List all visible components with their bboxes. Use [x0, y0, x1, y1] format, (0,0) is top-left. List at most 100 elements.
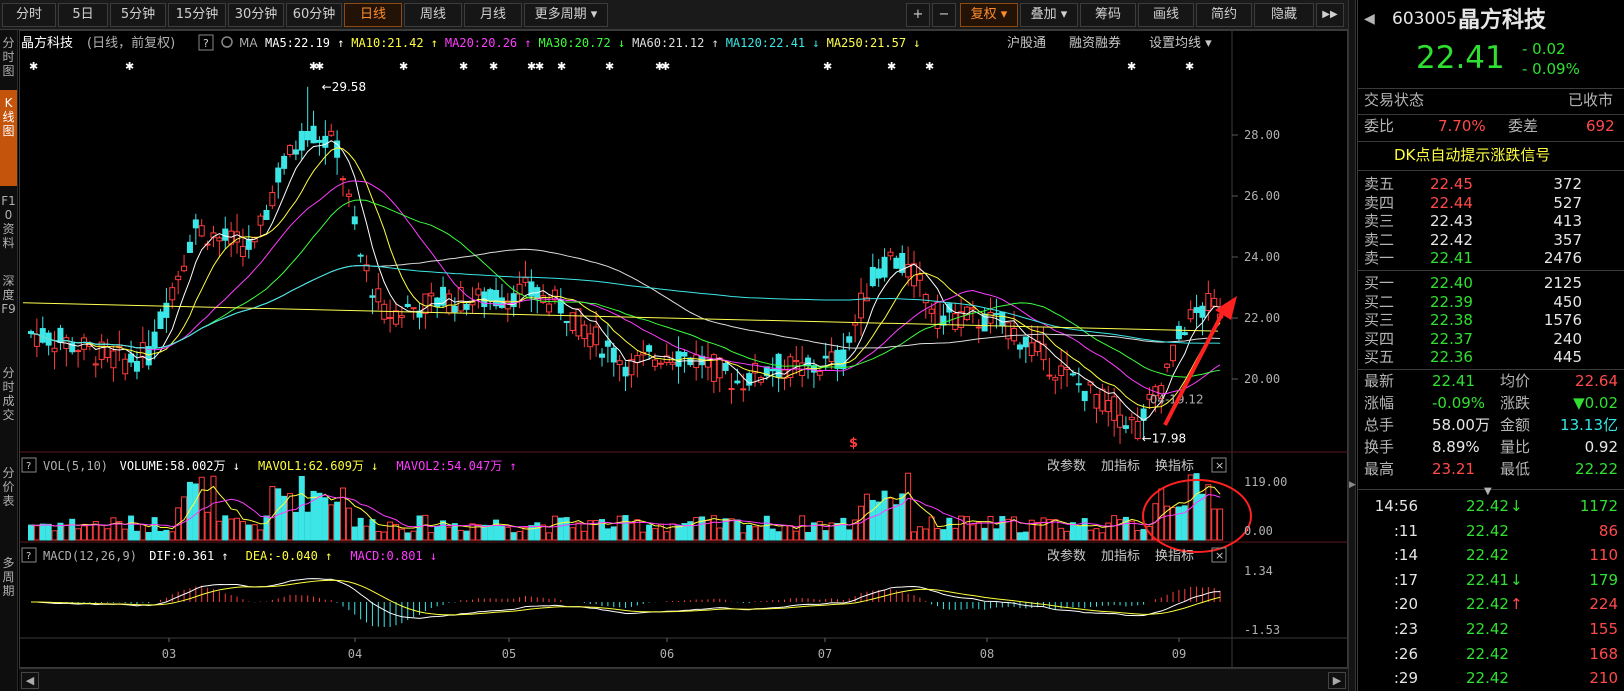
splitter-arrow-icon[interactable]: ▶: [1349, 480, 1356, 490]
stat-value: 58.00万: [1432, 416, 1490, 434]
ma-legend-6: MA250:21.57 ↓: [827, 36, 921, 50]
candle-body: [304, 131, 311, 141]
candle-body: [522, 277, 529, 283]
panel-splitter[interactable]: ▶: [1348, 0, 1356, 691]
left-tab-6[interactable]: 多周期: [0, 550, 17, 640]
candle-body: [104, 346, 111, 358]
gear-icon[interactable]: [221, 36, 233, 48]
macd-link-1[interactable]: 加指标: [1101, 549, 1140, 564]
candle-body: [92, 363, 99, 366]
left-tab-1[interactable]: K线图: [0, 90, 17, 186]
period-tab-6[interactable]: 日线: [344, 3, 402, 27]
stat-value: -0.09%: [1432, 394, 1486, 412]
period-tab-3[interactable]: 15分钟: [168, 3, 226, 27]
candle-body: [881, 256, 888, 278]
header-link-1[interactable]: 融资融券: [1069, 35, 1121, 51]
candle-body: [322, 135, 329, 148]
candle-body: [493, 289, 500, 307]
tick-volume: 210: [1589, 669, 1618, 688]
volume-bar: [186, 481, 193, 541]
period-tab-5[interactable]: 60分钟: [286, 3, 342, 27]
macd-link-2[interactable]: 换指标: [1155, 549, 1194, 564]
candle-body: [846, 336, 853, 343]
ma-legend-2: MA20:20.26 ↑: [445, 36, 532, 50]
zoom-in-button[interactable]: +: [906, 3, 930, 27]
toolbar-item-4[interactable]: 简约: [1196, 3, 1252, 27]
toolbar-item-5[interactable]: 隐藏: [1254, 3, 1314, 27]
scroll-left-icon[interactable]: ◀: [21, 672, 39, 689]
divider: [1358, 369, 1624, 370]
volume-bar: [728, 518, 735, 541]
period-tab-1[interactable]: 5日: [58, 3, 108, 27]
period-tab-2[interactable]: 5分钟: [110, 3, 166, 27]
volume-bar: [1022, 531, 1029, 541]
scroll-right-icon[interactable]: ▶: [1328, 672, 1346, 689]
volume-bar: [98, 524, 105, 541]
volume-bar: [445, 526, 452, 541]
toolbar-item-0[interactable]: 复权 ▾: [960, 3, 1018, 27]
volume-bar: [28, 524, 34, 541]
left-tab-5[interactable]: 分价表: [0, 460, 17, 548]
vol-link-2[interactable]: 换指标: [1155, 459, 1194, 474]
left-tab-2[interactable]: F10资料: [0, 188, 17, 266]
stat-value: 22.41: [1432, 372, 1475, 390]
volume-bar: [993, 528, 1000, 541]
stock-name-label: 晶方科技: [21, 35, 73, 51]
signal-marker: ✱: [1127, 60, 1136, 73]
vol-link-1[interactable]: 加指标: [1101, 459, 1140, 474]
candle-body: [1175, 325, 1182, 340]
volume-bar: [528, 525, 535, 541]
ask-volume: 413: [1553, 212, 1582, 230]
vol-link-0[interactable]: 改参数: [1047, 458, 1086, 474]
candle-body: [722, 362, 729, 371]
signal-marker: ✱: [823, 60, 832, 73]
volume-bar: [404, 532, 411, 541]
bid-level-label: 买三: [1364, 311, 1395, 329]
weicha-label: 委差: [1508, 117, 1539, 135]
candle-body: [339, 178, 346, 181]
signal-marker: ✱: [887, 60, 896, 73]
volume-bar: [546, 532, 553, 541]
zoom-out-button[interactable]: −: [932, 3, 956, 27]
stat-value: 22.64: [1575, 372, 1618, 390]
candle-body: [734, 380, 741, 384]
chart-scrollbar[interactable]: ◀ ▶: [19, 668, 1348, 691]
candle-body: [922, 294, 929, 304]
tick-volume: 224: [1589, 595, 1618, 614]
header-link-0[interactable]: 沪股通: [1007, 35, 1046, 51]
month-label: 07: [818, 647, 832, 661]
volume-bar: [457, 529, 464, 541]
tick-volume: 110: [1589, 546, 1618, 565]
volume-bar: [133, 530, 140, 541]
toolbar-item-3[interactable]: 画线: [1138, 3, 1194, 27]
period-tab-9[interactable]: 更多周期 ▾: [524, 3, 608, 27]
left-tab-4[interactable]: 分时成交: [0, 360, 17, 458]
volume-bar: [1128, 520, 1135, 541]
left-tab-3[interactable]: 深度F9: [0, 268, 17, 358]
volume-bar: [422, 514, 429, 541]
toolbar-item-2[interactable]: 筹码: [1080, 3, 1136, 27]
candle-body: [198, 225, 205, 237]
volume-bar: [298, 475, 305, 541]
period-tab-0[interactable]: 分时: [2, 3, 56, 27]
tick-price: 22.42: [1466, 644, 1509, 663]
period-tab-8[interactable]: 月线: [464, 3, 522, 27]
volume-bar: [1140, 528, 1147, 541]
ask-price: 22.41: [1430, 249, 1473, 267]
candle-body: [657, 362, 664, 365]
left-tab-0[interactable]: 分时图: [0, 30, 17, 88]
volume-bar: [551, 515, 558, 541]
period-tab-4[interactable]: 30分钟: [228, 3, 284, 27]
stat-value: 23.21: [1432, 460, 1475, 478]
header-link-2[interactable]: 设置均线 ▾: [1149, 36, 1212, 51]
bid-price: 22.39: [1430, 292, 1473, 311]
candle-body: [1105, 400, 1112, 413]
ask-level-label: 卖四: [1364, 193, 1395, 212]
candle-body: [75, 350, 82, 353]
period-tab-7[interactable]: 周线: [404, 3, 462, 27]
tick-volume: 168: [1589, 644, 1618, 663]
toolbar-item-1[interactable]: 叠加 ▾: [1020, 3, 1078, 27]
macd-link-0[interactable]: 改参数: [1047, 548, 1086, 564]
toolbar-arrows-icon[interactable]: ▶▶: [1316, 3, 1344, 27]
stat-value: 0.92: [1584, 438, 1618, 456]
